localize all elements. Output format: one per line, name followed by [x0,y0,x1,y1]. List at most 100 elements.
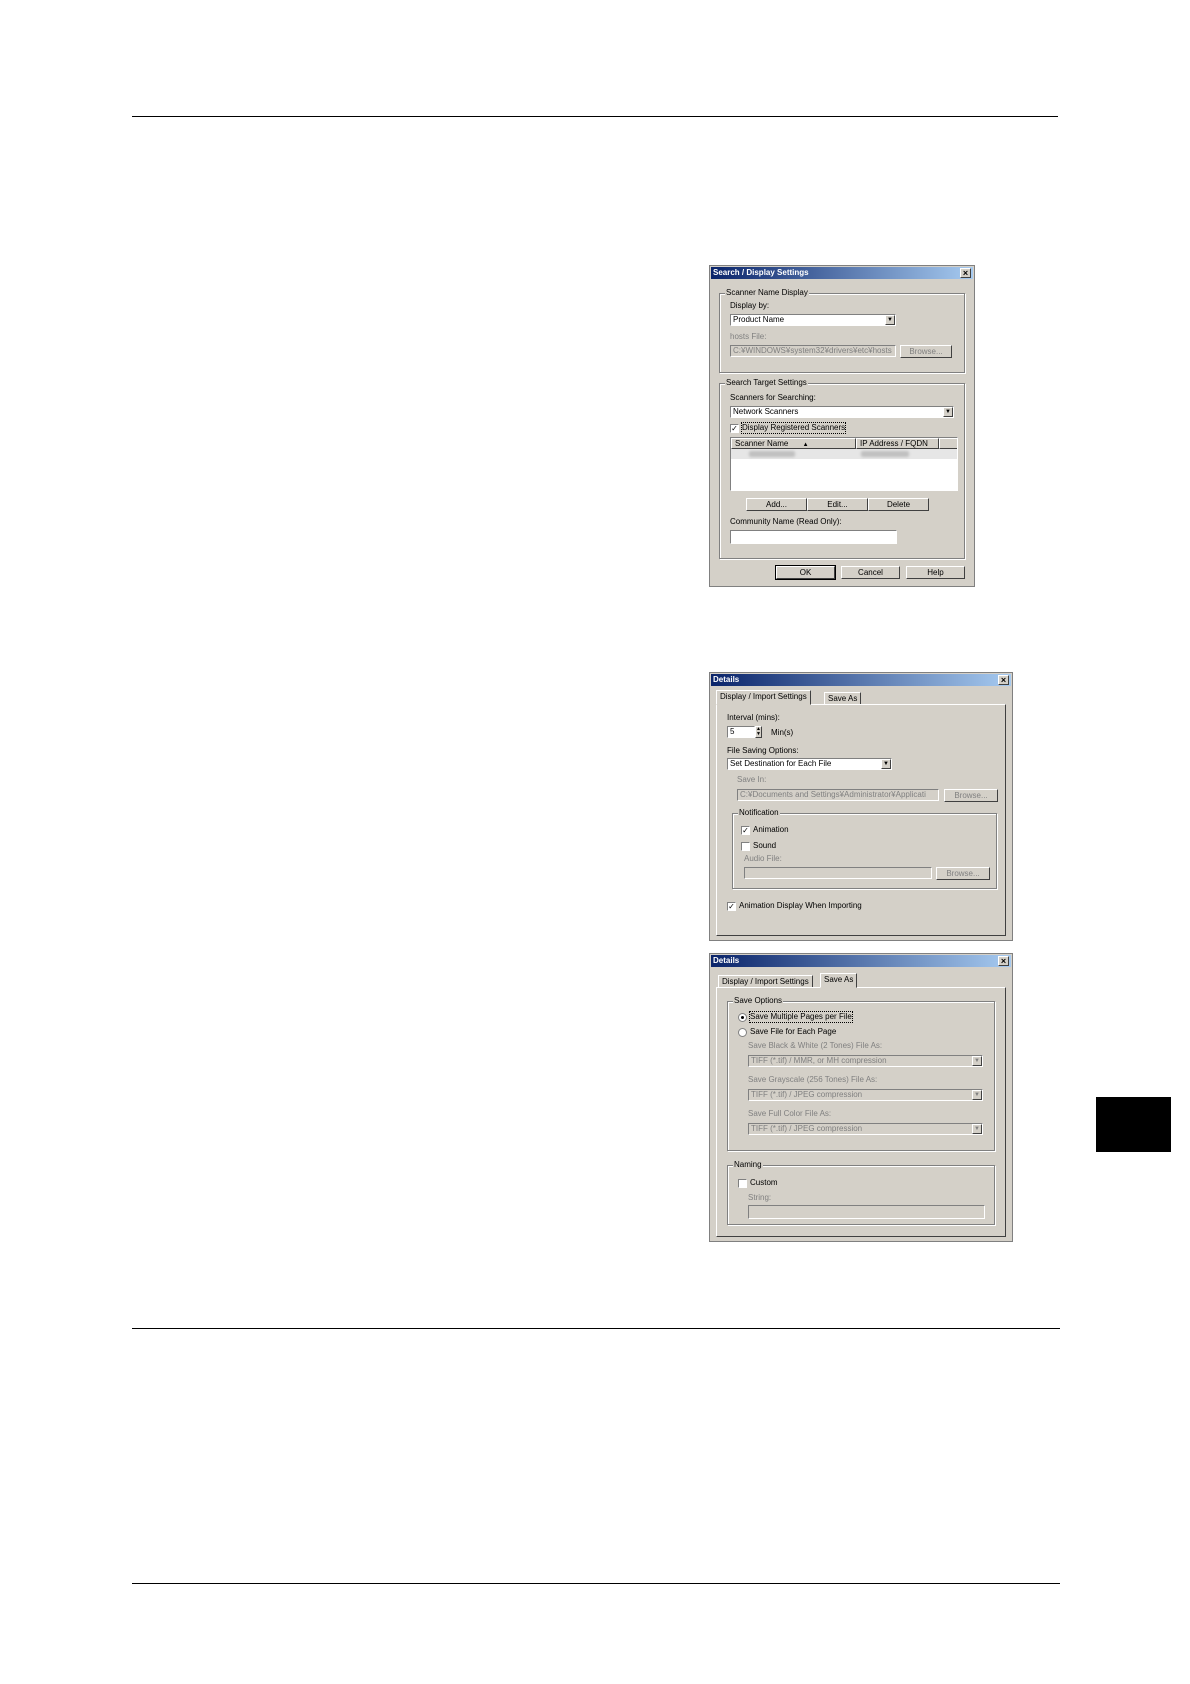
close-icon[interactable]: × [998,675,1009,685]
tab-display-import-settings[interactable]: Display / Import Settings [716,690,811,705]
audio-file-label: Audio File: [744,854,782,863]
column-label: Scanner Name [735,439,789,448]
audio-browse-button: Browse... [936,867,990,880]
grayscale-format-label: Save Grayscale (256 Tones) File As: [748,1075,878,1084]
dialog-title: Details [713,675,740,684]
chevron-down-icon: ▼ [972,1056,982,1066]
hosts-file-label: hosts File: [730,332,767,341]
column-header-filler [939,438,957,449]
animation-label[interactable]: Animation [753,825,789,835]
interval-input[interactable]: 5 [727,726,755,738]
community-name-field[interactable] [730,530,897,544]
scanners-for-searching-combo[interactable]: Network Scanners ▼ [730,406,954,418]
dialog-titlebar: Details × [711,674,1011,686]
full-color-format-label: Save Full Color File As: [748,1109,832,1118]
close-icon[interactable]: × [998,956,1009,966]
string-field [748,1205,985,1219]
details-dialog-display-import: Details × Display / Import Settings Save… [709,672,1013,941]
footer-rule [132,1583,1060,1584]
chapter-tab [1096,1097,1171,1152]
file-saving-options-label: File Saving Options: [727,746,799,755]
delete-scanner-button[interactable]: Delete [868,498,929,511]
display-by-combo[interactable]: Product Name ▼ [730,314,896,326]
registered-scanners-list[interactable]: Scanner Name ▲ IP Address / FQDN [730,437,958,491]
column-header-scanner-name[interactable]: Scanner Name ▲ [731,438,856,449]
group-label: Save Options [733,996,784,1006]
combo-value: Network Scanners [733,407,799,416]
hosts-file-field: C:¥WINDOWS¥system32¥drivers¥etc¥hosts [730,345,896,357]
display-registered-checkbox[interactable]: ✓ [730,424,739,433]
save-multiple-pages-label[interactable]: Save Multiple Pages per File [749,1011,853,1023]
chevron-down-icon[interactable]: ▼ [943,407,953,417]
notification-group: Notification ✓ Animation Sound Audio Fil… [732,808,997,889]
save-options-group: Save Options Save Multiple Pages per Fil… [727,996,995,1151]
bw-format-combo: TIFF (*.tif) / MMR, or MH compression ▼ [748,1055,983,1067]
custom-naming-checkbox[interactable] [738,1179,747,1188]
sound-checkbox[interactable] [741,842,750,851]
combo-value: TIFF (*.tif) / JPEG compression [751,1124,863,1133]
string-label: String: [748,1193,772,1202]
combo-value: Set Destination for Each File [730,759,832,768]
blurred-ip-address [861,451,909,457]
naming-group: Naming Custom String: [727,1160,995,1225]
tab-save-as[interactable]: Save As [820,973,858,988]
hosts-browse-button: Browse... [900,345,952,358]
chevron-down-icon[interactable]: ▼ [881,759,891,769]
dialog-titlebar: Search / Display Settings × [711,267,973,279]
dialog-title: Details [713,956,740,965]
bw-format-label: Save Black & White (2 Tones) File As: [748,1041,883,1050]
sort-ascending-icon: ▲ [802,442,809,448]
scanner-name-display-group: Scanner Name Display Display by: Product… [719,288,965,373]
dialog-titlebar: Details × [711,955,1011,967]
edit-scanner-button[interactable]: Edit... [807,498,868,511]
blurred-scanner-name [749,451,795,457]
details-dialog-save-as: Details × Display / Import Settings Save… [709,953,1013,1242]
group-label: Naming [733,1160,763,1170]
full-color-format-combo: TIFF (*.tif) / JPEG compression ▼ [748,1123,983,1135]
ok-button[interactable]: OK [775,565,836,580]
animation-display-label[interactable]: Animation Display When Importing [739,901,862,911]
help-button[interactable]: Help [906,566,965,579]
save-each-page-label[interactable]: Save File for Each Page [750,1027,836,1037]
custom-naming-label[interactable]: Custom [750,1178,778,1188]
display-registered-label[interactable]: Display Registered Scanners [740,422,847,434]
audio-file-field [744,867,932,879]
group-label: Scanner Name Display [725,288,809,298]
chevron-down-icon: ▼ [972,1090,982,1100]
animation-display-checkbox[interactable]: ✓ [727,902,736,911]
combo-value: TIFF (*.tif) / MMR, or MH compression [751,1056,887,1065]
search-display-settings-dialog: Search / Display Settings × Scanner Name… [709,265,975,587]
section-rule [132,1328,1060,1329]
grayscale-format-combo: TIFF (*.tif) / JPEG compression ▼ [748,1089,983,1101]
interval-label: Interval (mins): [727,713,780,722]
interval-spinner[interactable]: ▲ ▼ [755,726,762,738]
file-saving-options-combo[interactable]: Set Destination for Each File ▼ [727,758,892,770]
add-scanner-button[interactable]: Add... [746,498,807,511]
interval-unit-label: Min(s) [771,728,794,737]
combo-value: Product Name [733,315,785,324]
animation-checkbox[interactable]: ✓ [741,826,750,835]
close-icon[interactable]: × [960,268,971,278]
community-name-label: Community Name (Read Only): [730,517,842,526]
search-target-settings-group: Search Target Settings Scanners for Sear… [719,378,965,559]
scanners-for-searching-label: Scanners for Searching: [730,393,816,402]
dialog-title: Search / Display Settings [713,268,809,277]
table-row[interactable] [731,449,957,459]
group-label: Notification [738,808,780,818]
display-by-label: Display by: [730,301,770,310]
combo-value: TIFF (*.tif) / JPEG compression [751,1090,863,1099]
column-header-ip-address[interactable]: IP Address / FQDN [856,438,939,449]
sound-label[interactable]: Sound [753,841,776,851]
save-each-page-radio[interactable] [738,1028,747,1037]
chevron-down-icon: ▼ [972,1124,982,1134]
group-label: Search Target Settings [725,378,808,388]
save-in-field: C:¥Documents and Settings¥Administrator¥… [737,789,939,801]
save-in-label: Save In: [737,775,767,784]
header-rule [132,116,1058,117]
save-multiple-pages-radio[interactable] [738,1013,747,1022]
tab-panel: Interval (mins): 5 ▲ ▼ Min(s) File Saving… [716,704,1006,936]
tab-panel: Save Options Save Multiple Pages per Fil… [716,987,1006,1237]
cancel-button[interactable]: Cancel [841,566,900,579]
save-in-browse-button: Browse... [944,789,998,802]
chevron-down-icon[interactable]: ▼ [885,315,895,325]
